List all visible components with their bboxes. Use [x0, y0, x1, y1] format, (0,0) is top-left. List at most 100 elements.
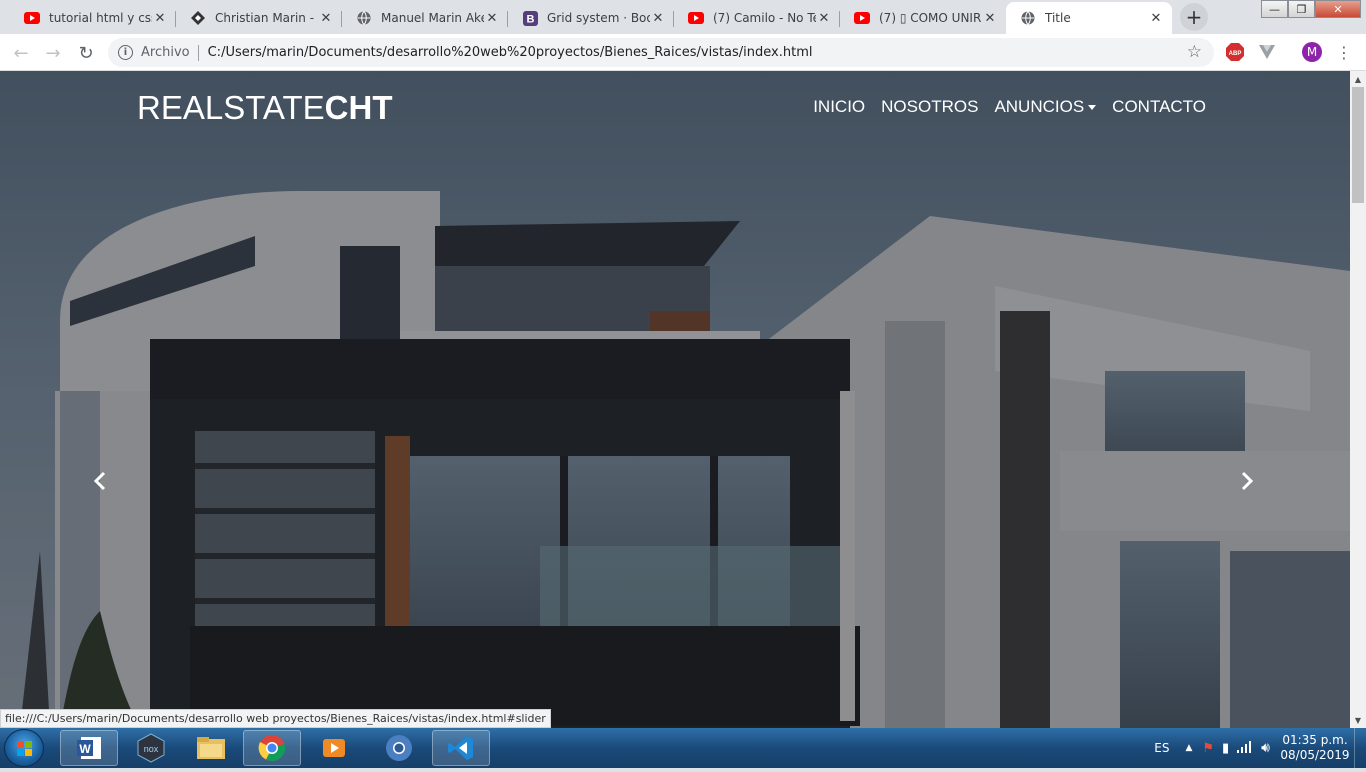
clock-date: 08/05/2019 [1280, 748, 1350, 762]
tab-6[interactable]: (7) ▯ COMO UNIR ✕ [840, 2, 1006, 34]
close-tab-icon[interactable]: ✕ [982, 10, 998, 26]
divider [197, 44, 199, 61]
nav-label: INICIO [813, 97, 866, 116]
tab-4[interactable]: B Grid system · Boots ✕ [508, 2, 674, 34]
bootstrap-icon: B [522, 10, 538, 26]
window-controls: — ❐ ✕ [1261, 0, 1361, 20]
svg-text:nox: nox [144, 744, 159, 754]
menu-kebab-icon[interactable]: ⋮ [1334, 42, 1354, 62]
close-tab-icon[interactable]: ✕ [816, 10, 832, 26]
clock-time: 01:35 p.m. [1282, 733, 1348, 747]
minimize-button[interactable]: — [1261, 0, 1288, 18]
git-diamond-icon [190, 10, 206, 26]
nox-icon: nox [137, 733, 165, 763]
reload-icon[interactable]: ↻ [73, 40, 99, 66]
address-bar[interactable]: i Archivo C:/Users/marin/Documents/desar… [108, 38, 1214, 67]
nav-anuncios-dropdown[interactable]: ANUNCIOS [994, 97, 1097, 117]
scroll-down-icon[interactable]: ▼ [1350, 712, 1366, 728]
volume-icon[interactable]: 🔊︎ [1261, 740, 1270, 756]
maximize-button[interactable]: ❐ [1288, 0, 1315, 18]
globe-icon [356, 10, 372, 26]
info-icon[interactable]: i [118, 45, 133, 60]
start-button[interactable] [4, 729, 44, 767]
page-viewport: REALSTATECHT INICIO NOSOTROS ANUNCIOS CO… [0, 71, 1350, 728]
nav-label: NOSOTROS [881, 97, 979, 116]
action-center-flag-icon[interactable]: ⚑ [1202, 741, 1214, 756]
close-tab-icon[interactable]: ✕ [650, 10, 666, 26]
vscode-icon [448, 736, 473, 760]
chevron-left-icon [93, 471, 106, 491]
forward-arrow-icon[interactable]: → [40, 40, 66, 66]
back-arrow-icon[interactable]: ← [8, 40, 34, 66]
abp-label: ABP [1229, 51, 1242, 57]
avatar-letter: M [1302, 42, 1322, 62]
taskbar-media[interactable] [305, 730, 363, 766]
main-nav: INICIO NOSOTROS ANUNCIOS CONTACTO [813, 97, 1206, 117]
vue-devtools-icon[interactable] [1257, 42, 1277, 62]
close-tab-icon[interactable]: ✕ [318, 10, 334, 26]
chrome-blue-icon [386, 735, 412, 761]
word-icon: W [77, 737, 101, 759]
svg-text:B: B [526, 13, 534, 25]
taskbar-chrome[interactable] [243, 730, 301, 766]
scroll-up-icon[interactable]: ▲ [1350, 71, 1366, 87]
language-indicator[interactable]: ES [1154, 741, 1169, 755]
tab-title: Christian Marin - Fr [215, 11, 318, 25]
globe-icon [1020, 10, 1036, 26]
svg-text:W: W [79, 742, 91, 756]
taskbar-nox[interactable]: nox [122, 730, 180, 766]
chrome-icon [258, 735, 286, 762]
nav-contacto[interactable]: CONTACTO [1112, 97, 1206, 117]
network-icon[interactable] [1237, 740, 1253, 756]
youtube-icon [24, 10, 40, 26]
tab-title: tutorial html y css | [49, 11, 152, 25]
windows-taskbar: W nox ES ▲ ⚑ ▮ 🔊︎ 01:35 p.m. 08/05/2019 [0, 728, 1366, 768]
close-tab-icon[interactable]: ✕ [1148, 10, 1164, 26]
carousel-next-button[interactable] [1235, 471, 1259, 491]
clock[interactable]: 01:35 p.m. 08/05/2019 [1276, 733, 1354, 763]
nav-label: CONTACTO [1112, 97, 1206, 116]
scrollbar-thumb[interactable] [1352, 87, 1364, 203]
taskbar-word[interactable]: W [60, 730, 118, 766]
tab-2[interactable]: Christian Marin - Fr ✕ [176, 2, 342, 34]
media-player-icon [323, 739, 345, 757]
logo-light-text: REALSTATE [137, 89, 325, 126]
tab-7-active[interactable]: Title ✕ [1006, 2, 1172, 34]
tab-title: (7) ▯ COMO UNIR [879, 11, 982, 25]
tab-title: (7) Camilo - No Te [713, 11, 816, 25]
profile-avatar[interactable]: M [1302, 42, 1322, 62]
taskbar-explorer[interactable] [182, 730, 240, 766]
dark-overlay [0, 71, 1350, 728]
nav-nosotros[interactable]: NOSOTROS [881, 97, 978, 117]
windows-logo-icon [17, 741, 32, 756]
status-url-bubble: file:///C:/Users/marin/Documents/desarro… [0, 709, 551, 728]
tab-title: Title [1045, 11, 1071, 25]
taskbar-chrome-blue[interactable] [370, 730, 428, 766]
bookmark-star-icon[interactable]: ☆ [1187, 42, 1202, 62]
tab-title: Manuel Marin Ake [381, 11, 484, 25]
caret-down-icon [1088, 104, 1097, 110]
nav-label: ANUNCIOS [994, 97, 1085, 116]
power-icon[interactable]: ▮ [1222, 741, 1229, 756]
adblock-icon[interactable]: ABP [1225, 42, 1245, 62]
url-text[interactable]: C:/Users/marin/Documents/desarrollo%20we… [208, 45, 813, 60]
new-tab-button[interactable]: + [1180, 3, 1208, 31]
show-hidden-icons-icon[interactable]: ▲ [1185, 743, 1192, 753]
carousel-prev-button[interactable] [88, 471, 112, 491]
tab-title: Grid system · Boots [547, 11, 650, 25]
nav-inicio[interactable]: INICIO [813, 97, 865, 117]
tab-5[interactable]: (7) Camilo - No Te ✕ [674, 2, 840, 34]
chevron-right-icon [1241, 471, 1254, 491]
page-scrollbar[interactable]: ▲ ▼ [1350, 71, 1366, 728]
close-tab-icon[interactable]: ✕ [484, 10, 500, 26]
close-tab-icon[interactable]: ✕ [152, 10, 168, 26]
site-logo[interactable]: REALSTATECHT [137, 89, 392, 127]
scheme-label: Archivo [141, 45, 190, 60]
show-desktop-button[interactable] [1354, 728, 1366, 768]
tab-1[interactable]: tutorial html y css | ✕ [10, 2, 176, 34]
youtube-icon [688, 10, 704, 26]
tab-3[interactable]: Manuel Marin Ake ✕ [342, 2, 508, 34]
taskbar-vscode[interactable] [432, 730, 490, 766]
youtube-icon [854, 10, 870, 26]
close-window-button[interactable]: ✕ [1315, 0, 1361, 18]
